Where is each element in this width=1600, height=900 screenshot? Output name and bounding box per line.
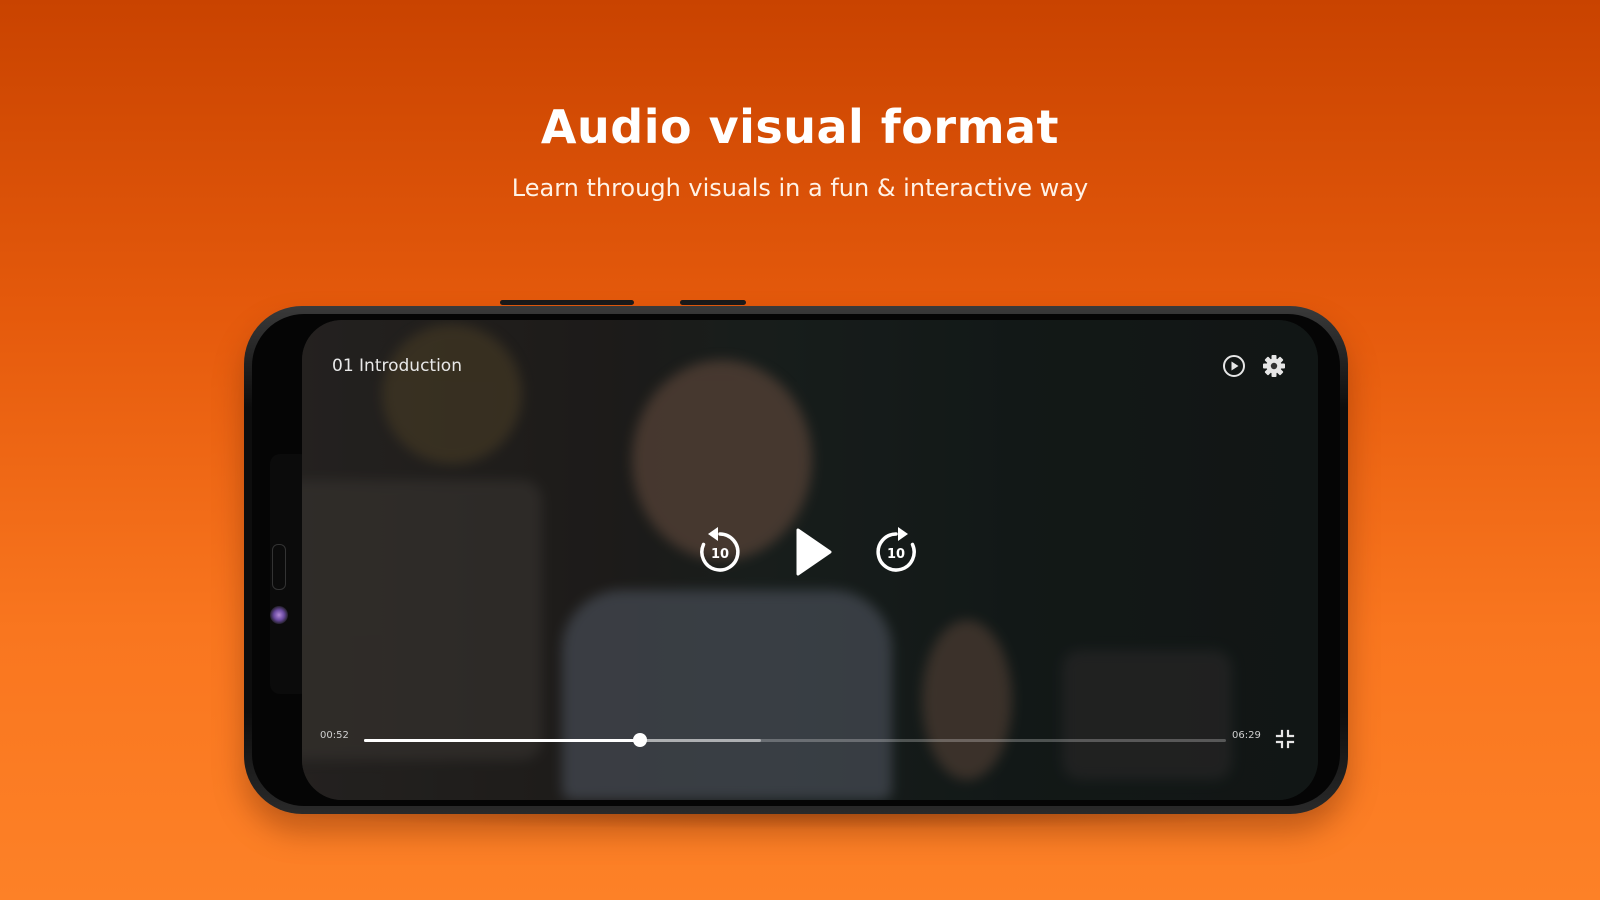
forward-10-icon: 10 [876,527,916,572]
phone-mockup: 01 Introduction 10 10 00:52 06:29 [244,306,1348,814]
video-player[interactable]: 01 Introduction 10 10 00:52 06:29 [302,320,1318,800]
video-title: 01 Introduction [332,356,462,376]
phone-power-button [680,300,746,305]
phone-speaker [272,544,286,590]
seek-bar-thumb[interactable] [632,733,647,747]
gear-icon[interactable] [1260,352,1288,380]
play-icon [796,528,832,576]
rewind-button[interactable]: 10 [694,526,746,578]
play-circle-icon[interactable] [1220,352,1248,380]
promo-title: Audio visual format [540,100,1060,154]
phone-volume-button [500,300,634,305]
play-button[interactable] [790,526,836,578]
current-time: 00:52 [320,730,349,741]
promo-subtitle: Learn through visuals in a fun & interac… [511,174,1089,202]
exit-fullscreen-icon[interactable] [1274,728,1296,750]
forward-seconds-label: 10 [887,547,905,562]
phone-camera [270,606,288,624]
rewind-seconds-label: 10 [711,547,729,562]
replay-10-icon: 10 [700,527,740,572]
seek-bar-played [364,739,640,742]
total-time: 06:29 [1232,730,1261,741]
forward-button[interactable]: 10 [870,526,922,578]
seek-bar[interactable] [364,733,1226,747]
phone-bezel: 01 Introduction 10 10 00:52 06:29 [252,314,1340,806]
